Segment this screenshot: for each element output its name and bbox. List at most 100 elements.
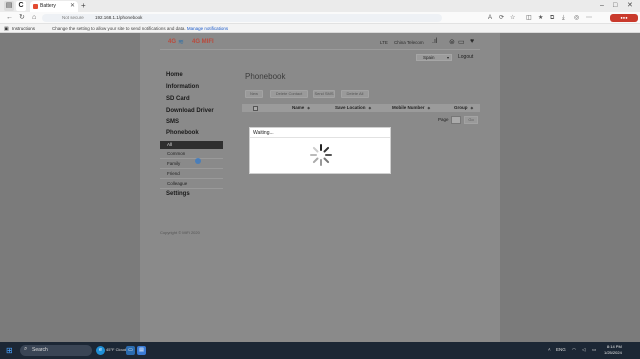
store-taskbar-icon[interactable]: ▤ (137, 346, 146, 355)
page-label: Page (438, 117, 449, 122)
tab-title: Battery (40, 3, 56, 9)
read-aloud-icon[interactable]: A (488, 14, 492, 22)
sort-icon: ◆ (427, 106, 431, 110)
menu-sms[interactable]: SMS (166, 119, 179, 125)
sort-icon: ◆ (368, 106, 372, 110)
start-icon[interactable]: ⊞ (6, 346, 13, 355)
page-input[interactable] (451, 116, 461, 124)
logo-text: 4G MIFI (192, 39, 214, 45)
taskbar-search[interactable]: Search (20, 345, 92, 356)
infobar-text: Change the setting to allow your site to… (52, 26, 186, 31)
refresh-icon[interactable]: ↻ (19, 13, 25, 23)
menu-sd-card[interactable]: SD Card (166, 96, 190, 102)
go-button[interactable]: Go (464, 116, 478, 124)
page-title: Phonebook (245, 72, 286, 81)
carrier-name: China Telecom (394, 40, 424, 45)
copyright: Copyright © MiFi 2020 (160, 230, 200, 235)
sort-icon: ◆ (470, 106, 474, 110)
col-group-label: Group (454, 105, 468, 110)
notification-infobar: ▣ Instructions Change the setting to all… (0, 24, 640, 33)
profile-badge[interactable]: ●●● (610, 14, 638, 22)
tray-lang[interactable]: ENG (556, 347, 566, 352)
cursor-highlight (195, 158, 201, 164)
browser-tab[interactable]: Battery ✕ (30, 1, 78, 12)
minimize-icon[interactable]: – (600, 0, 604, 12)
signal-icon: .ıl (432, 38, 438, 45)
workspaces-icon[interactable]: C (16, 1, 26, 11)
col-save-location[interactable]: Save Location ◆ (335, 104, 371, 112)
url-text: 192.168.1.1/phonebook (95, 15, 143, 20)
col-mobile-number-label: Mobile Number (392, 105, 425, 110)
infobar-message: Change the setting to allow your site to… (52, 24, 228, 33)
col-name-label: Name (292, 105, 305, 110)
back-icon[interactable]: ← (6, 13, 13, 23)
phonebook-submenu: All Common Family Friend Colleague (160, 141, 223, 189)
more-options-icon[interactable]: ⋯ (586, 14, 592, 22)
windows-taskbar: ⊞ Search ⌕ e 45°F Cloudy ▭ ▤ ˄ ENG ◠ ◁ ▭… (0, 342, 640, 359)
favorite-heart-icon: ♥ (470, 38, 475, 45)
menu-phonebook[interactable]: Phonebook (166, 130, 199, 136)
address-toolbar: ← ↻ ⌂ Not secure 192.168.1.1/phonebook A… (0, 12, 640, 24)
wifi-tray-icon[interactable]: ◠ (572, 347, 576, 353)
wifi-logo-icon: ≋ (178, 39, 184, 46)
select-all-checkbox[interactable] (253, 106, 258, 111)
battery-tray-icon[interactable]: ▭ (592, 347, 596, 353)
submenu-all[interactable]: All (160, 141, 223, 149)
submenu-friend[interactable]: Friend (160, 169, 223, 179)
menu-information[interactable]: Information (166, 84, 199, 90)
logout-link[interactable]: Logout (458, 54, 473, 60)
volume-tray-icon[interactable]: ◁ (582, 347, 585, 353)
menu-settings[interactable]: Settings (166, 191, 190, 197)
split-screen-icon[interactable]: ◫ (526, 14, 532, 22)
infobar-link[interactable]: Manage notifications (187, 26, 228, 31)
search-label: Search (32, 347, 48, 353)
table-header: Name ◆ Save Location ◆ Mobile Number ◆ Grou… (242, 104, 480, 112)
favorites-icon[interactable]: ★ (538, 14, 543, 22)
not-secure-label: Not secure (62, 15, 84, 20)
weather-widget[interactable]: 45°F Cloudy (106, 347, 128, 352)
logo-4g: 4G (168, 39, 177, 45)
language-select[interactable]: Spain (416, 54, 452, 61)
waiting-dialog: Waiting... (249, 127, 391, 174)
favorite-icon[interactable]: ☆ (510, 14, 515, 22)
dialog-divider (250, 137, 390, 138)
edge-taskbar-icon[interactable]: e (96, 346, 105, 355)
dialog-title: Waiting... (253, 130, 274, 136)
send-sms-button[interactable]: Send SMS (313, 90, 335, 98)
col-group[interactable]: Group ◆ (454, 104, 473, 112)
new-button[interactable]: New (245, 90, 263, 98)
close-window-icon[interactable]: ✕ (627, 0, 633, 12)
submenu-family[interactable]: Family (160, 159, 223, 169)
tab-close-icon[interactable]: ✕ (70, 1, 75, 12)
explorer-taskbar-icon[interactable]: ▭ (126, 346, 135, 355)
downloads-icon[interactable]: ⤓ (562, 14, 565, 22)
browser-profile-icon[interactable]: ▤ (4, 1, 14, 11)
battery-icon: ▭ (458, 39, 465, 46)
submenu-common[interactable]: Common (160, 149, 223, 159)
tab-favicon-icon (33, 4, 38, 9)
url-field[interactable]: Not secure 192.168.1.1/phonebook (42, 14, 442, 22)
menu-home[interactable]: Home (166, 72, 183, 78)
col-save-location-label: Save Location (335, 105, 366, 110)
collections-icon[interactable]: ⧉ (550, 14, 554, 22)
new-tab-icon[interactable]: + (81, 0, 86, 12)
delete-all-button[interactable]: Delete All (341, 90, 369, 98)
col-name[interactable]: Name ◆ (292, 104, 310, 112)
menu-download-driver[interactable]: Download Driver (166, 108, 214, 114)
sort-icon: ◆ (307, 106, 310, 110)
tray-chevron-icon[interactable]: ˄ (548, 347, 551, 352)
copilot-icon[interactable]: ◎ (574, 14, 579, 22)
network-type: LTE (380, 40, 388, 45)
maximize-icon[interactable]: □ (613, 0, 617, 12)
taskbar-clock[interactable]: 8:14 PM 1/25/2024 (604, 344, 622, 356)
home-icon[interactable]: ⌂ (32, 13, 36, 23)
submenu-colleague[interactable]: Colleague (160, 179, 223, 189)
loading-spinner-icon (310, 144, 332, 166)
browser-tabbar: ▤ C Battery ✕ + – □ ✕ (0, 0, 640, 12)
search-icon: ⌕ (24, 346, 28, 352)
clock-date: 1/25/2024 (604, 350, 622, 355)
extension-icon[interactable]: ⟳ (499, 14, 504, 22)
col-mobile-number[interactable]: Mobile Number ◆ (392, 104, 430, 112)
delete-contact-button[interactable]: Delete Contact (270, 90, 308, 98)
infobar-title: Instructions (12, 26, 36, 31)
